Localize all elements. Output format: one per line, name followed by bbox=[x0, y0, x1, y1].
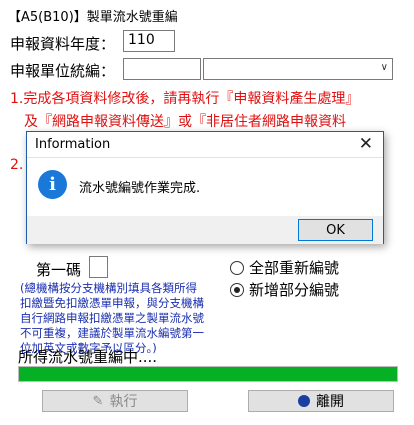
leave-label: 離開 bbox=[316, 394, 344, 410]
radio-renumber-all[interactable]: 全部重新編號 bbox=[230, 257, 339, 278]
ok-button[interactable]: OK bbox=[298, 219, 373, 241]
radio-label: 全部重新編號 bbox=[249, 259, 340, 277]
radio-circle bbox=[230, 260, 244, 275]
radio-label: 新增部分編號 bbox=[249, 281, 340, 299]
dialog-title: Information bbox=[35, 137, 111, 152]
execute-button[interactable]: ✎ 執行 bbox=[42, 390, 188, 412]
execute-icon: ✎ bbox=[92, 393, 104, 409]
hint-line-1: (總機構按分支機構別填具各類所得 bbox=[20, 281, 197, 295]
dialog-titlebar: Information ✕ bbox=[27, 132, 383, 158]
dialog-body: i 流水號編號作業完成. bbox=[27, 158, 383, 216]
radio-renumber-new[interactable]: 新增部分編號 bbox=[230, 279, 339, 300]
hint-line-4: 不可重複，建議於製單流水編號第一 bbox=[20, 326, 204, 340]
first-code-input[interactable] bbox=[89, 256, 108, 278]
year-label: 申報資料年度： bbox=[10, 35, 116, 53]
chevron-down-icon: ∨ bbox=[380, 62, 388, 73]
unit-select[interactable]: ∨ bbox=[203, 58, 393, 80]
close-icon[interactable]: ✕ bbox=[359, 134, 373, 154]
year-input[interactable]: 110 bbox=[123, 30, 175, 52]
window-title: 【A5(B10)】製單流水號重編 bbox=[8, 10, 178, 25]
power-icon bbox=[298, 395, 310, 407]
unit-input[interactable] bbox=[123, 58, 201, 80]
hint-line-2: 扣繳暨免扣繳憑單申報，與分支機構 bbox=[20, 296, 204, 310]
dialog-footer: OK bbox=[27, 216, 383, 244]
status-text: 所得流水號重編中.... bbox=[18, 348, 158, 366]
first-code-label: 第一碼 bbox=[36, 261, 82, 279]
progress-fill bbox=[19, 367, 397, 381]
progress-bar bbox=[18, 366, 398, 382]
dialog-message: 流水號編號作業完成. bbox=[79, 181, 201, 196]
notice-line-1: 1.完成各項資料修改後，請再執行『申報資料產生處理』 bbox=[10, 91, 360, 107]
notice-line-3: 2. bbox=[10, 157, 24, 173]
unit-label: 申報單位統編： bbox=[10, 62, 116, 80]
radio-circle-selected bbox=[230, 282, 244, 297]
info-icon: i bbox=[38, 170, 67, 199]
hint-line-3: 自行網路申報扣繳憑單之製單流水號 bbox=[20, 311, 204, 325]
information-dialog: Information ✕ i 流水號編號作業完成. OK bbox=[26, 131, 384, 244]
execute-label: 執行 bbox=[109, 394, 138, 410]
leave-button[interactable]: 離開 bbox=[248, 390, 394, 412]
